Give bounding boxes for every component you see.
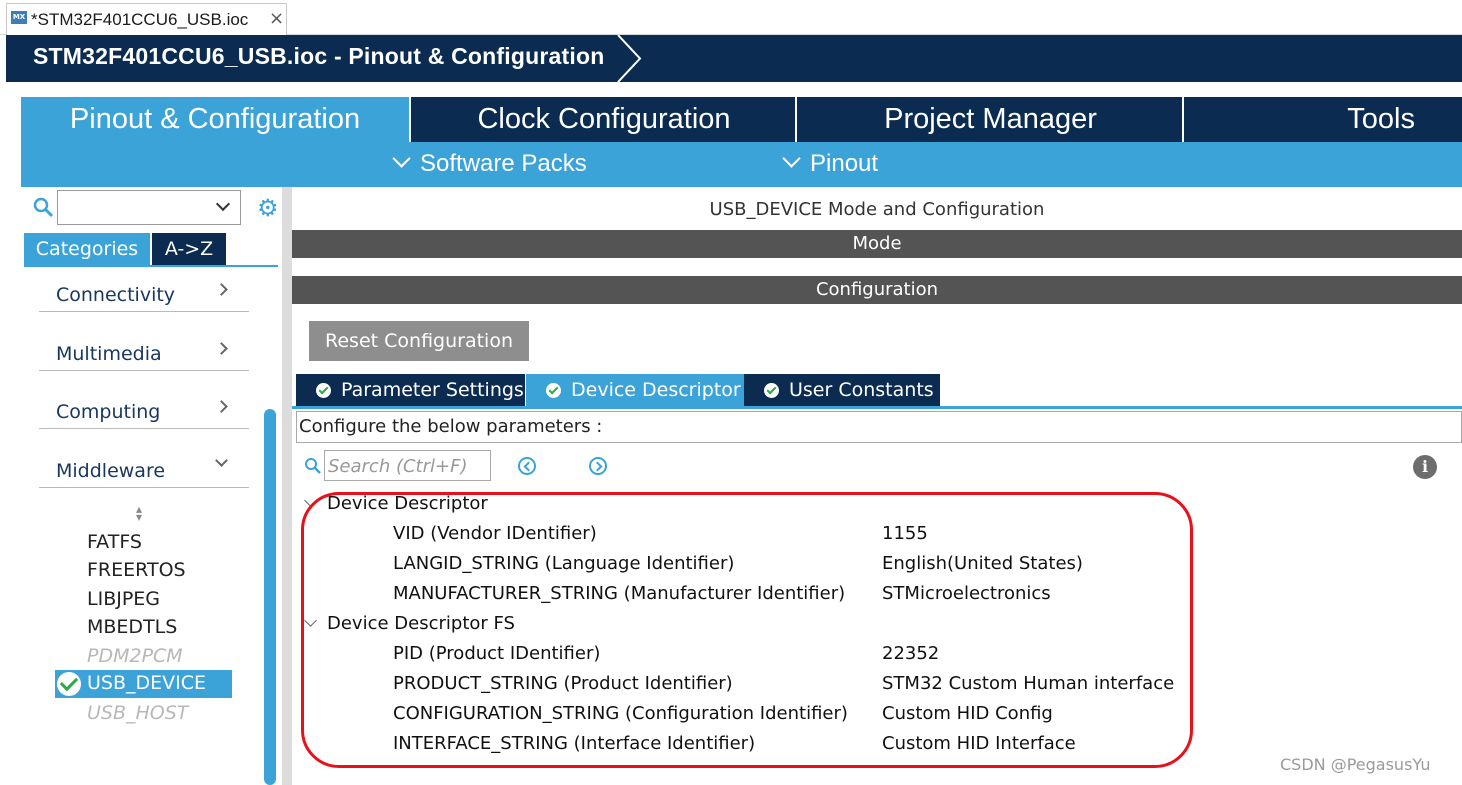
- chevron-right-icon: [215, 400, 228, 413]
- config-hint: Configure the below parameters :: [299, 416, 603, 437]
- pinout-menu[interactable]: Pinout: [782, 149, 879, 178]
- chevron-down-icon: [782, 149, 801, 168]
- middleware-item-usb-device[interactable]: USB_DEVICE: [55, 670, 232, 698]
- category-label: Computing: [56, 401, 161, 423]
- chevron-left-icon: [523, 461, 534, 472]
- chevron-down-icon: [215, 454, 228, 467]
- breadcrumb-arrow-icon: [617, 35, 642, 82]
- editor-tab-strip: MX *STM32F401CCU6_USB.ioc ×: [0, 0, 1462, 35]
- category-label: Middleware: [56, 460, 166, 482]
- search-previous-button[interactable]: [518, 457, 536, 475]
- reset-configuration-button[interactable]: Reset Configuration: [309, 321, 529, 361]
- chevron-right-icon: [215, 342, 228, 355]
- check-circle-icon: [546, 383, 561, 398]
- tab-underline: [24, 265, 278, 267]
- panel-splitter[interactable]: [282, 187, 292, 785]
- gear-icon[interactable]: ⚙: [257, 194, 279, 222]
- tab-parameter-settings[interactable]: Parameter Settings: [296, 374, 525, 406]
- category-connectivity[interactable]: Connectivity: [39, 278, 249, 312]
- check-circle-icon: [764, 383, 779, 398]
- tab-clock-configuration[interactable]: Clock Configuration: [409, 97, 797, 142]
- check-circle-icon: [57, 672, 81, 696]
- chevron-down-icon[interactable]: [215, 196, 231, 212]
- middleware-item-usb-host[interactable]: USB_HOST: [87, 702, 188, 724]
- check-circle-icon: [316, 383, 331, 398]
- sub-menu-bar: Software Packs Pinout: [21, 142, 1462, 187]
- middleware-item-label: USB_DEVICE: [87, 672, 207, 694]
- info-icon[interactable]: i: [1413, 455, 1437, 479]
- tab-label: Parameter Settings: [341, 379, 524, 401]
- close-icon[interactable]: ×: [269, 8, 284, 29]
- page-title: STM32F401CCU6_USB.ioc - Pinout & Configu…: [33, 43, 605, 69]
- configuration-section-header[interactable]: Configuration: [292, 276, 1462, 304]
- tab-label: User Constants: [789, 379, 934, 401]
- category-multimedia[interactable]: Multimedia: [39, 337, 249, 371]
- left-panel: ⚙ Categories A->Z Connectivity Multimedi…: [21, 187, 282, 785]
- editor-tab[interactable]: MX *STM32F401CCU6_USB.ioc ×: [6, 3, 287, 35]
- tab-a-z[interactable]: A->Z: [152, 233, 226, 265]
- middleware-item-libjpeg[interactable]: LIBJPEG: [87, 588, 160, 610]
- panel-title: USB_DEVICE Mode and Configuration: [709, 199, 1045, 220]
- middleware-item-pdm2pcm[interactable]: PDM2PCM: [87, 645, 183, 667]
- middleware-item-mbedtls[interactable]: MBEDTLS: [87, 616, 177, 638]
- search-next-button[interactable]: [589, 457, 607, 475]
- software-packs-label: Software Packs: [420, 150, 587, 177]
- tab-project-manager[interactable]: Project Manager: [795, 97, 1184, 142]
- category-search-combo[interactable]: [57, 190, 241, 225]
- tab-user-constants[interactable]: User Constants: [744, 374, 940, 406]
- category-middleware[interactable]: Middleware: [39, 454, 249, 488]
- tab-label: Device Descriptor: [571, 379, 741, 401]
- category-label: Multimedia: [56, 343, 162, 365]
- main-tabs: Pinout & Configuration Clock Configurati…: [21, 97, 1462, 142]
- tab-pinout-configuration[interactable]: Pinout & Configuration: [21, 97, 409, 142]
- search-placeholder: Search (Ctrl+F): [328, 456, 468, 477]
- software-packs-menu[interactable]: Software Packs: [392, 149, 587, 178]
- watermark: CSDN @PegasusYu: [1280, 755, 1431, 774]
- editor-tab-title: *STM32F401CCU6_USB.ioc: [31, 10, 249, 29]
- tab-device-descriptor[interactable]: Device Descriptor: [526, 374, 744, 406]
- parameter-search-input[interactable]: Search (Ctrl+F): [324, 450, 491, 481]
- tab-underline: [292, 406, 1462, 409]
- chevron-right-icon: [592, 461, 603, 472]
- middleware-item-fatfs[interactable]: FATFS: [87, 531, 142, 553]
- scrollbar-thumb[interactable]: [264, 409, 276, 785]
- category-computing[interactable]: Computing: [39, 395, 249, 429]
- header-bar: STM32F401CCU6_USB.ioc - Pinout & Configu…: [6, 35, 1462, 82]
- sort-icon[interactable]: ▴ ▾: [136, 503, 142, 523]
- chevron-right-icon: [215, 283, 228, 296]
- category-label: Connectivity: [56, 284, 176, 306]
- search-icon: [305, 458, 321, 474]
- mode-section-header[interactable]: Mode: [292, 230, 1462, 258]
- chevron-down-icon: [392, 149, 411, 168]
- pinout-label: Pinout: [810, 150, 879, 177]
- tab-tools[interactable]: Tools: [1182, 97, 1462, 142]
- middleware-item-freertos[interactable]: FREERTOS: [87, 559, 186, 581]
- config-hint-box: Configure the below parameters :: [296, 411, 1462, 443]
- tab-categories[interactable]: Categories: [24, 233, 150, 265]
- search-icon: [33, 197, 54, 218]
- highlight-annotation: [301, 492, 1193, 768]
- mx-logo-icon: MX: [11, 11, 27, 24]
